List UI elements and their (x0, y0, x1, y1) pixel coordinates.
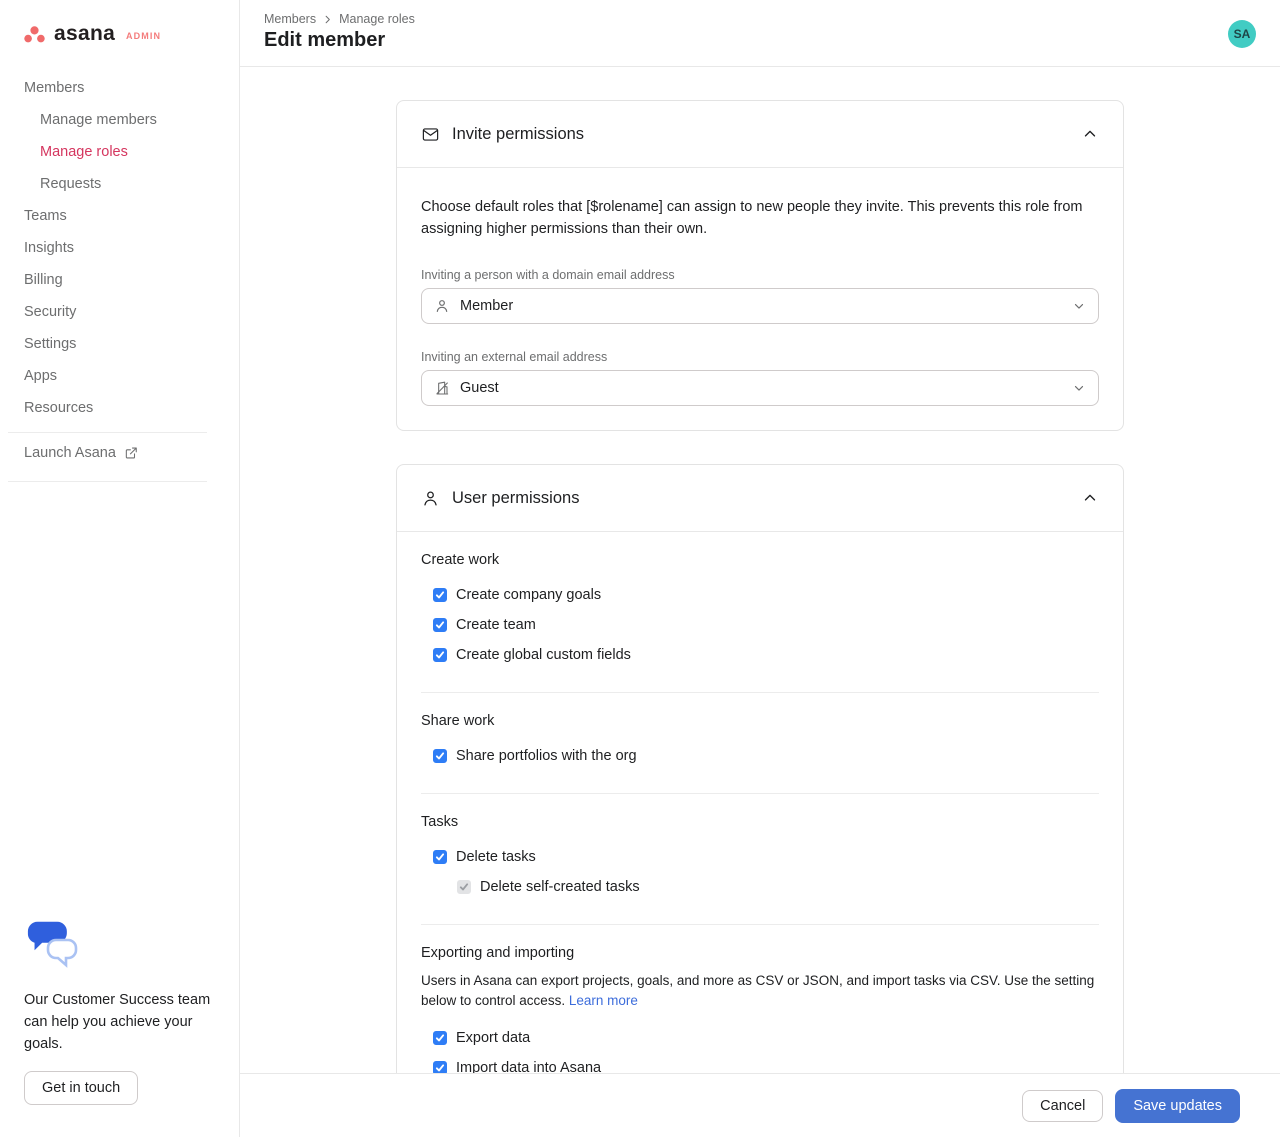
permission-section-create-work: Create work Create company goals Create te… (421, 552, 1099, 693)
permission-row-share-portfolios-with-the-org: Share portfolios with the org (421, 741, 1099, 771)
save-updates-button[interactable]: Save updates (1115, 1089, 1240, 1123)
collapse-toggle[interactable] (1081, 489, 1099, 507)
person-icon (421, 489, 440, 508)
checkbox-label[interactable]: Create company goals (456, 587, 601, 603)
checkbox (457, 880, 471, 894)
invite-description: Choose default roles that [$rolename] ca… (421, 196, 1095, 240)
section-heading: Create work (421, 552, 1099, 568)
page-header: Members Manage roles Edit member SA (240, 0, 1280, 67)
user-card-header: User permissions (397, 465, 1123, 532)
avatar[interactable]: SA (1228, 20, 1256, 48)
selected-role: Member (460, 298, 513, 314)
logo-wordmark: asana (54, 24, 115, 44)
customer-success-block: Our Customer Success team can help you a… (24, 918, 216, 1105)
chevron-up-icon (1081, 125, 1099, 143)
checkbox-label[interactable]: Create global custom fields (456, 647, 631, 663)
learn-more-link[interactable]: Learn more (569, 993, 638, 1008)
admin-console: asana ADMIN MembersManage membersManage … (0, 0, 1280, 1137)
invite-fields: Inviting a person with a domain email ad… (421, 268, 1099, 406)
invite-card-body: Choose default roles that [$rolename] ca… (397, 168, 1123, 430)
admin-badge: ADMIN (126, 27, 161, 41)
customer-success-text: Our Customer Success team can help you a… (24, 989, 216, 1055)
chevron-up-icon (1081, 489, 1099, 507)
permission-sections: Create work Create company goals Create te… (397, 532, 1123, 1113)
checkbox-label[interactable]: Create team (456, 617, 536, 633)
breadcrumb: Members Manage roles (264, 12, 415, 26)
checkbox-label: Delete self-created tasks (480, 879, 640, 895)
permission-row-delete-tasks: Delete tasks (421, 842, 1099, 872)
checkbox-list: Create company goals Create team Create gl… (421, 580, 1099, 670)
user-permissions-card: User permissions Create work Create compa… (396, 464, 1124, 1114)
invite-card-header: Invite permissions (397, 101, 1123, 168)
breadcrumb-item-members[interactable]: Members (264, 12, 316, 26)
card-title: User permissions (452, 489, 579, 508)
main-area: Members Manage roles Edit member SA Invit… (240, 0, 1280, 1137)
sidebar-item-apps[interactable]: Apps (0, 360, 239, 392)
asana-dots-icon (24, 26, 45, 43)
sidebar-item-settings[interactable]: Settings (0, 328, 239, 360)
sidebar-item-requests[interactable]: Requests (0, 168, 239, 200)
guest-icon (434, 380, 450, 396)
checkbox-label[interactable]: Share portfolios with the org (456, 748, 637, 764)
action-bar: Cancel Save updates (240, 1073, 1280, 1137)
permission-row-create-team: Create team (421, 610, 1099, 640)
permission-section-share-work: Share work Share portfolios with the org (421, 713, 1099, 794)
sidebar-item-launch-asana[interactable]: Launch Asana (0, 433, 239, 473)
permission-row-create-global-custom-fields: Create global custom fields (421, 640, 1099, 670)
cancel-button[interactable]: Cancel (1022, 1090, 1103, 1122)
sidebar-divider-bottom (8, 481, 207, 482)
card-title: Invite permissions (452, 125, 584, 144)
checkbox-list: Share portfolios with the org (421, 741, 1099, 771)
envelope-icon (421, 125, 440, 144)
content: Invite permissions Choose default roles … (240, 100, 1280, 1137)
permission-row-export-data: Export data (421, 1023, 1099, 1053)
field-label: Inviting an external email address (421, 350, 1099, 364)
section-heading: Exporting and importing (421, 945, 1099, 961)
checkbox[interactable] (433, 749, 447, 763)
asana-logo[interactable]: asana ADMIN (0, 0, 239, 44)
checkbox-label[interactable]: Delete tasks (456, 849, 536, 865)
checkbox[interactable] (433, 588, 447, 602)
invite-permissions-card: Invite permissions Choose default roles … (396, 100, 1124, 431)
section-heading: Share work (421, 713, 1099, 729)
checkbox-list: Delete tasks Delete self-created tasks (421, 842, 1099, 902)
sidebar-item-insights[interactable]: Insights (0, 232, 239, 264)
chat-bubbles-icon (24, 918, 216, 975)
sidebar-item-members[interactable]: Members (0, 72, 239, 104)
checkbox[interactable] (433, 618, 447, 632)
section-description: Users in Asana can export projects, goal… (421, 971, 1095, 1011)
role-select-member[interactable]: Member (421, 288, 1099, 324)
person-icon (434, 298, 450, 314)
checkbox[interactable] (433, 648, 447, 662)
checkbox[interactable] (433, 850, 447, 864)
chevron-right-icon (322, 14, 333, 25)
sidebar-item-billing[interactable]: Billing (0, 264, 239, 296)
checkbox-label[interactable]: Export data (456, 1030, 530, 1046)
section-heading: Tasks (421, 814, 1099, 830)
permission-section-tasks: Tasks Delete tasks Delete self-created tas… (421, 814, 1099, 925)
breadcrumb-item-manage-roles[interactable]: Manage roles (339, 12, 415, 26)
permission-row-delete-self-created-tasks: Delete self-created tasks (421, 872, 1099, 902)
sidebar: asana ADMIN MembersManage membersManage … (0, 0, 240, 1137)
checkbox[interactable] (433, 1031, 447, 1045)
external-link-icon (124, 446, 138, 460)
sidebar-item-security[interactable]: Security (0, 296, 239, 328)
sidebar-item-teams[interactable]: Teams (0, 200, 239, 232)
field-label: Inviting a person with a domain email ad… (421, 268, 1099, 282)
chevron-down-icon (1072, 299, 1086, 313)
sidebar-item-resources[interactable]: Resources (0, 392, 239, 424)
sidebar-item-manage-roles[interactable]: Manage roles (0, 136, 239, 168)
chevron-down-icon (1072, 381, 1086, 395)
role-select-guest[interactable]: Guest (421, 370, 1099, 406)
get-in-touch-button[interactable]: Get in touch (24, 1071, 138, 1105)
sidebar-nav: MembersManage membersManage rolesRequest… (0, 72, 239, 424)
page-title: Edit member (264, 29, 385, 52)
sidebar-item-manage-members[interactable]: Manage members (0, 104, 239, 136)
selected-role: Guest (460, 380, 499, 396)
launch-label: Launch Asana (24, 445, 116, 461)
collapse-toggle[interactable] (1081, 125, 1099, 143)
permission-row-create-company-goals: Create company goals (421, 580, 1099, 610)
